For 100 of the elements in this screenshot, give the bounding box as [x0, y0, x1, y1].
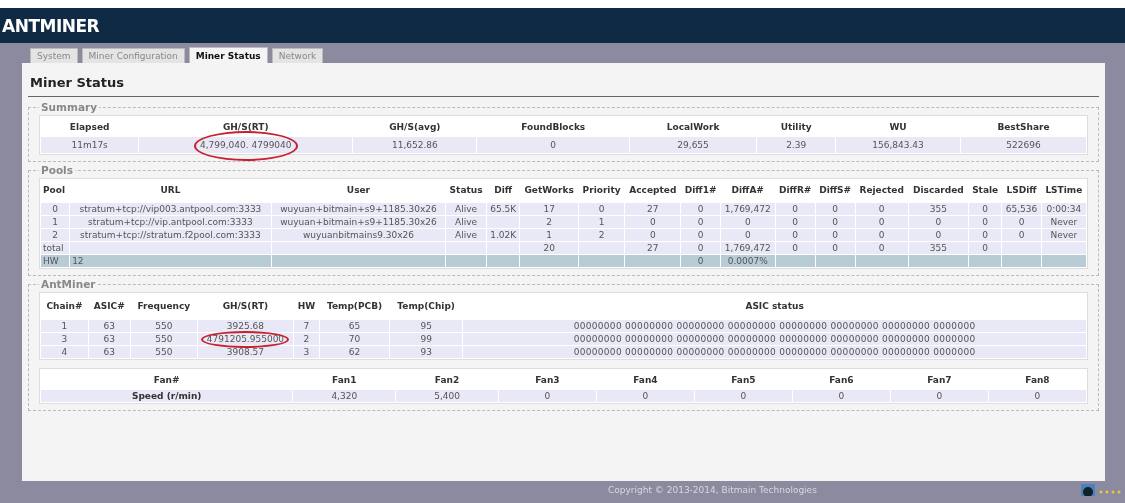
column-header: Fan# [152, 374, 181, 387]
column-header: LSTime [1044, 184, 1084, 197]
table-cell: 0 [578, 203, 625, 215]
column-header: DiffS# [818, 184, 853, 197]
table-cell: 0:00:34 [1041, 203, 1086, 215]
table-cell: 1 [41, 320, 88, 332]
table-cell: 1 [41, 216, 70, 228]
column-header: Fan7 [926, 374, 953, 387]
table-cell: 0 [792, 390, 890, 402]
column-header: Pool [42, 184, 67, 197]
table-cell: 0 [988, 390, 1086, 402]
tab[interactable]: Miner Configuration [81, 48, 185, 63]
table-cell: 0 [775, 242, 815, 254]
table-cell: 522696 [960, 137, 1086, 153]
column-header: Fan8 [1024, 374, 1051, 387]
column-header: Stale [971, 184, 1000, 197]
table-cell: 2 [293, 333, 319, 345]
column-header: Elapsed [68, 121, 111, 134]
tab[interactable]: Network [271, 48, 324, 63]
table-cell: 0 [720, 229, 775, 241]
table-cell: 0 [815, 242, 855, 254]
column-header: GH/S(avg) [388, 121, 442, 134]
table-cell: 0 [1002, 229, 1041, 241]
logo: ANTMINER [1, 15, 100, 36]
table-cell: 2.39 [757, 137, 836, 153]
column-header: Fan4 [632, 374, 659, 387]
table-cell: 0 [968, 203, 1002, 215]
table-cell: 3 [41, 333, 88, 345]
table-cell: 3908.57 [197, 346, 293, 358]
table-cell: 0 [681, 216, 720, 228]
table-cell: 0 [968, 229, 1002, 241]
table-cell: 2 [520, 216, 578, 228]
column-header: FoundBlocks [520, 121, 587, 134]
column-header: Accepted [628, 184, 678, 197]
table-cell: wuyuan+bitmain+s9+1185.30x26 [271, 216, 446, 228]
column-header: Fan3 [534, 374, 561, 387]
table-cell: 3 [293, 346, 319, 358]
table-cell: 1 [578, 216, 625, 228]
column-header: GH/S(RT) [221, 300, 270, 313]
table-cell: 63 [88, 320, 130, 332]
section-title: Summary [40, 101, 99, 113]
table-cell: 0 [41, 203, 70, 215]
table-cell: 156,843.43 [836, 137, 960, 153]
table-cell: 355 [908, 203, 968, 215]
table-cell: 11m17s [41, 137, 139, 153]
table-cell: 0 [625, 216, 681, 228]
column-header: Fan1 [331, 374, 358, 387]
column-header: URL [159, 184, 182, 197]
table-cell: 4 [41, 346, 88, 358]
column-header: Status [448, 184, 484, 197]
table-cell: 0 [855, 216, 908, 228]
tab[interactable]: System [30, 48, 78, 63]
column-header: Fan5 [730, 374, 757, 387]
table-cell: 1,769,472 [720, 242, 775, 254]
column-header: Diff [493, 184, 514, 197]
section-title: Pools [40, 164, 74, 176]
table-cell: 0 [694, 390, 792, 402]
table-cell: 0 [815, 229, 855, 241]
table-cell: 0 [815, 216, 855, 228]
table-cell: 63 [88, 346, 130, 358]
table-cell: 550 [130, 320, 197, 332]
table-cell: 4,320 [293, 390, 396, 402]
table-cell: 27 [625, 242, 681, 254]
column-header: Frequency [136, 300, 192, 313]
column-header: User [345, 184, 372, 197]
table-cell: 7 [293, 320, 319, 332]
tab[interactable]: Miner Status [188, 47, 268, 63]
table-cell: Never [1041, 229, 1086, 241]
table-cell: 62 [320, 346, 390, 358]
table-cell: 99 [390, 333, 463, 345]
column-header: Rejected [858, 184, 905, 197]
column-header: LocalWork [665, 121, 721, 134]
table-cell: total [41, 242, 70, 254]
table-cell: 65.5K [487, 203, 520, 215]
table-cell: 0 [681, 242, 720, 254]
table-cell: 95 [390, 320, 463, 332]
page-title: Miner Status [30, 75, 125, 90]
table-cell: 1 [520, 229, 578, 241]
table-cell: 1,769,472 [720, 203, 775, 215]
table-cell: 4791205.955000 [197, 333, 293, 345]
table-cell: Never [1041, 216, 1086, 228]
table-cell: 0 [681, 229, 720, 241]
table-cell: Alive [446, 229, 486, 241]
column-header: GetWorks [523, 184, 575, 197]
table-cell: 20 [520, 242, 578, 254]
table-cell: wuyuan+bitmain+s9+1185.30x26 [271, 203, 446, 215]
column-header: Priority [581, 184, 622, 197]
table-cell: wuyuanbitmains9.30x26 [271, 229, 446, 241]
table-cell: 0.0007% [720, 255, 775, 267]
table-cell: stratum+tcp://vip.antpool.com:3333 [70, 216, 271, 228]
table-cell: 0 [968, 216, 1002, 228]
table-cell: 00000000 00000000 00000000 00000000 00000000 00000000 00000000 0000000 [463, 333, 1086, 345]
table-cell: 0 [815, 203, 855, 215]
column-header: BestShare [996, 121, 1051, 134]
column-header: ASIC status [744, 300, 805, 313]
table-cell: 27 [625, 203, 681, 215]
column-header: WU [888, 121, 908, 134]
table-cell: 65,536 [1002, 203, 1041, 215]
table-cell: 0 [890, 390, 988, 402]
table-cell: 0 [908, 216, 968, 228]
